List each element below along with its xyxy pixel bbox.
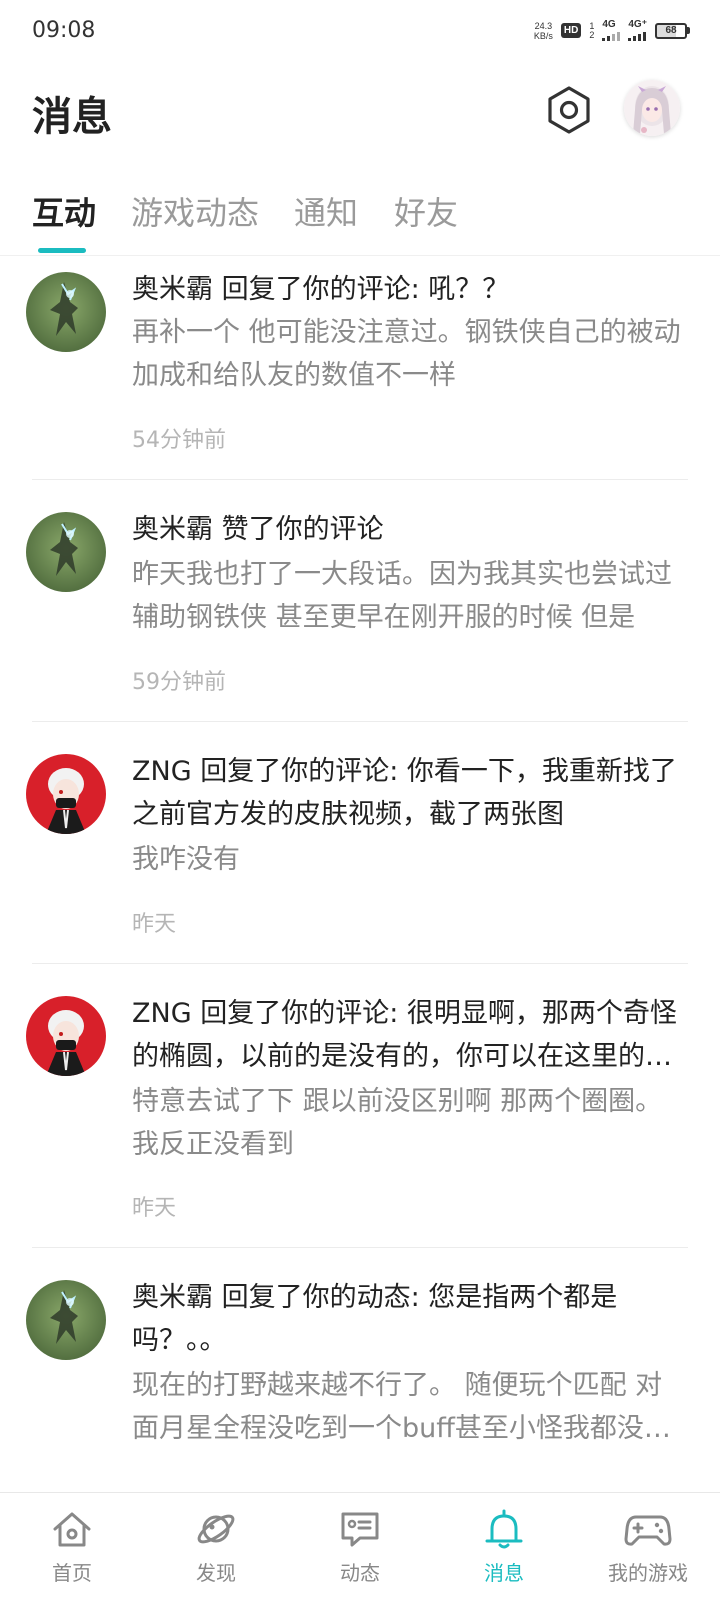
message-time: 昨天: [132, 1196, 177, 1221]
home-icon: [48, 1505, 96, 1553]
message-box-icon: [336, 1505, 384, 1553]
gamepad-icon: [624, 1505, 672, 1553]
user-avatar[interactable]: [26, 996, 106, 1076]
signal1-label: 4G: [602, 19, 616, 30]
green-hero-avatar: [26, 512, 106, 592]
tab-game-updates[interactable]: 游戏动态: [131, 188, 259, 234]
message-list[interactable]: 奥米霸 回复了你的评论: 吼？？ 再补一个 他可能没注意过。钢铁侠自己的被动加成…: [0, 256, 720, 1492]
status-time: 09:08: [32, 18, 96, 43]
network-speed: 24.3 KB/s: [534, 21, 553, 41]
anime-girl-avatar: [624, 80, 680, 136]
message-title: 奥米霸 赞了你的评论: [132, 514, 384, 545]
tab-friends[interactable]: 好友: [394, 188, 458, 234]
settings-button[interactable]: [544, 84, 594, 136]
profile-avatar[interactable]: [624, 80, 680, 136]
message-title: 奥米霸 回复了你的评论: 吼？？: [132, 274, 510, 305]
status-bar: 09:08 24.3 KB/s HD 1 2 4G 4G⁺ 68: [0, 0, 720, 68]
user-avatar[interactable]: [26, 1280, 106, 1360]
message-preview: 再补一个 他可能没注意过。钢铁侠自己的被动加成和给队友的数值不一样: [132, 317, 681, 391]
signal-4g-sim1-icon: 4G: [602, 19, 621, 41]
message-preview: 昨天我也打了一大段话。因为我其实也尝试过辅助钢铁侠 甚至更早在刚开服的时候 但是: [132, 559, 672, 633]
nav-my-games-label: 我的游戏: [608, 1561, 688, 1585]
message-title: 奥米霸 回复了你的动态: 您是指两个都是吗？。。: [132, 1282, 618, 1356]
bottom-nav: 首页 发现 动态 消息 我的游戏: [0, 1492, 720, 1600]
nav-home-label: 首页: [52, 1561, 92, 1585]
message-preview: 现在的打野越来越不行了。 随便玩个匹配 对面月星全程没吃到一个buff甚至小怪我…: [132, 1370, 671, 1444]
network-speed-unit: KB/s: [533, 30, 553, 41]
message-preview: 特意去试了下 跟以前没区别啊 那两个圈圈。我反正没看到: [132, 1086, 663, 1160]
nav-discover-label: 发现: [196, 1561, 236, 1585]
red-ghoul-avatar: [26, 996, 106, 1076]
signal-4g-sim2-icon: 4G⁺: [628, 20, 647, 41]
message-time: 59分钟前: [132, 670, 226, 695]
green-hero-avatar: [26, 272, 106, 352]
signal2-bars: [628, 31, 647, 41]
nav-discover[interactable]: 发现: [144, 1493, 288, 1600]
signal2-label: 4G⁺: [628, 19, 647, 30]
signal1-bars: [602, 31, 621, 41]
red-ghoul-avatar: [26, 754, 106, 834]
message-time: 54分钟前: [132, 428, 226, 453]
nav-home[interactable]: 首页: [0, 1493, 144, 1600]
user-avatar[interactable]: [26, 754, 106, 834]
message-title: ZNG 回复了你的评论: 你看一下，我重新找了之前官方发的皮肤视频，截了两张图: [132, 756, 677, 830]
nav-messages[interactable]: 消息: [432, 1493, 576, 1600]
message-preview: 我咋没有: [132, 844, 240, 875]
bell-icon: [480, 1505, 528, 1553]
message-title: ZNG 回复了你的评论: 很明显啊，那两个奇怪的椭圆，以前的是没有的，你可以在这…: [132, 998, 677, 1072]
tab-notifications[interactable]: 通知: [294, 188, 358, 234]
green-hero-avatar: [26, 1280, 106, 1360]
battery-icon: 68: [655, 22, 690, 39]
network-speed-value: 24.3: [534, 20, 553, 31]
list-item[interactable]: 奥米霸 回复了你的评论: 吼？？ 再补一个 他可能没注意过。钢铁侠自己的被动加成…: [0, 256, 720, 480]
nav-feed-label: 动态: [340, 1561, 380, 1585]
sim-bottom-label: 2: [589, 29, 595, 40]
user-avatar[interactable]: [26, 512, 106, 592]
dual-sim-indicator: 1 2: [589, 21, 595, 40]
hd-icon: HD: [560, 23, 582, 38]
user-avatar[interactable]: [26, 272, 106, 352]
nav-feed[interactable]: 动态: [288, 1493, 432, 1600]
nav-messages-label: 消息: [484, 1561, 524, 1585]
list-item[interactable]: ZNG 回复了你的评论: 你看一下，我重新找了之前官方发的皮肤视频，截了两张图 …: [0, 722, 720, 964]
list-item[interactable]: 奥米霸 回复了你的动态: 您是指两个都是吗？。。 现在的打野越来越不行了。 随便…: [0, 1248, 720, 1492]
tab-bar: 互动 游戏动态 通知 好友: [0, 180, 720, 256]
status-indicators: 24.3 KB/s HD 1 2 4G 4G⁺ 68: [534, 20, 690, 41]
page-title: 消息: [32, 94, 112, 140]
battery-level: 68: [655, 22, 687, 39]
planet-icon: [192, 1505, 240, 1553]
tab-interaction[interactable]: 互动: [32, 188, 96, 234]
hexagon-settings-icon: [548, 86, 590, 134]
nav-my-games[interactable]: 我的游戏: [576, 1493, 720, 1600]
active-tab-indicator: [38, 248, 86, 253]
list-item[interactable]: 奥米霸 赞了你的评论 昨天我也打了一大段话。因为我其实也尝试过辅助钢铁侠 甚至更…: [0, 480, 720, 722]
message-time: 昨天: [132, 912, 177, 937]
list-item[interactable]: ZNG 回复了你的评论: 很明显啊，那两个奇怪的椭圆，以前的是没有的，你可以在这…: [0, 964, 720, 1248]
